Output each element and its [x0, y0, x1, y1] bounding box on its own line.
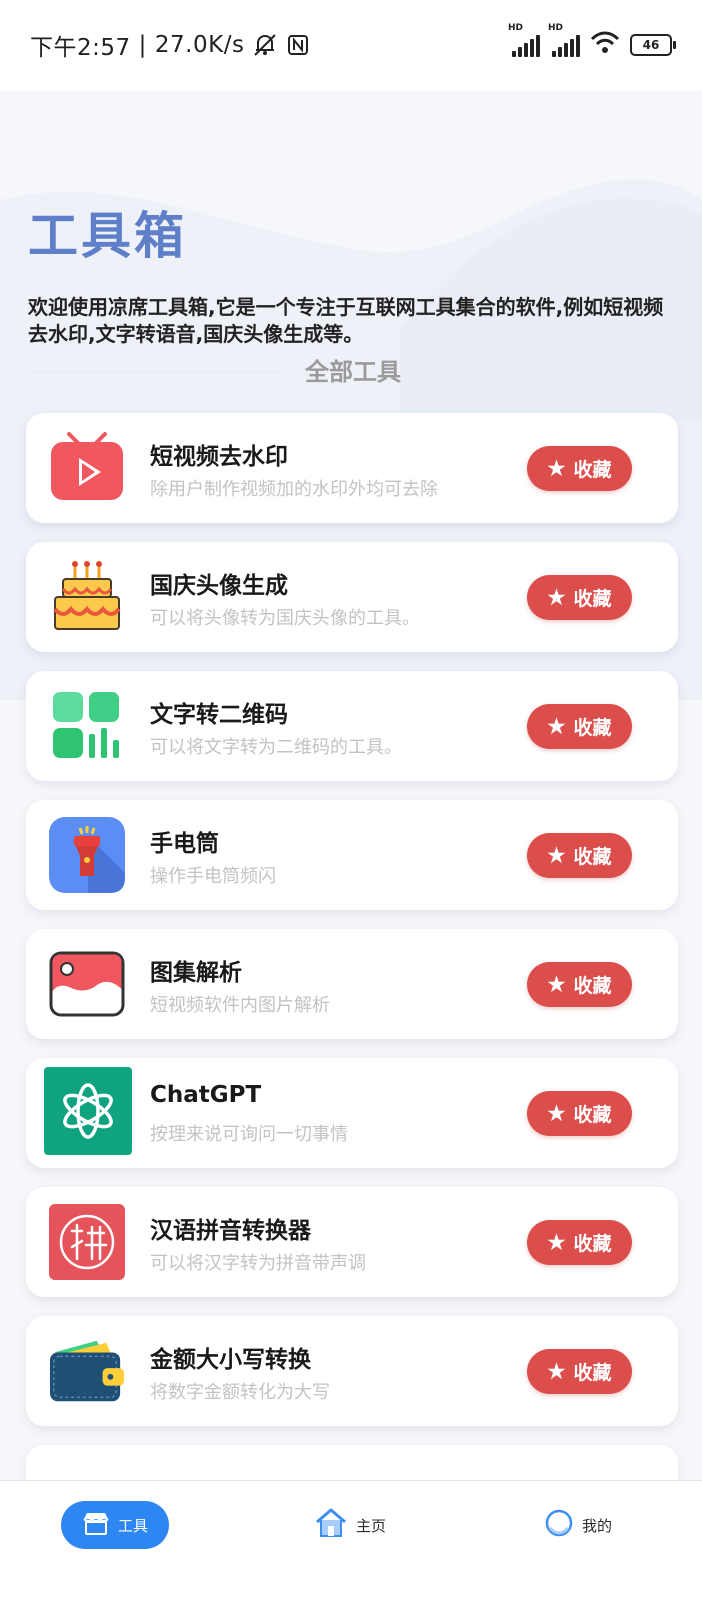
- video-play-icon: [48, 429, 126, 507]
- tool-card-national-avatar[interactable]: 国庆头像生成 可以将头像转为国庆头像的工具。 ★ 收藏: [26, 542, 678, 652]
- tab-home[interactable]: 主页: [305, 1501, 395, 1549]
- star-icon: ★: [547, 457, 566, 480]
- star-icon: ★: [547, 1360, 566, 1383]
- tool-description: 操作手电筒频闪: [150, 866, 276, 887]
- network-speed: 27.0K/s: [154, 32, 245, 58]
- mute-bell-icon: [252, 32, 278, 58]
- wallet-icon: [48, 1332, 126, 1410]
- tool-card-text-qrcode[interactable]: 文字转二维码 可以将文字转为二维码的工具。 ★ 收藏: [26, 671, 678, 781]
- tool-title: 国庆头像生成: [150, 573, 288, 599]
- flashlight-icon: [48, 816, 126, 894]
- favorite-label: 收藏: [573, 1234, 612, 1255]
- section-divider: 全部工具: [28, 354, 678, 390]
- divider-line-right: [428, 372, 678, 373]
- star-icon: ★: [547, 1102, 566, 1125]
- favorite-label: 收藏: [573, 1363, 612, 1384]
- signal-strength-icon-2: HD: [548, 23, 580, 57]
- favorite-label: 收藏: [573, 460, 612, 481]
- signal-strength-icon: HD: [508, 23, 540, 57]
- favorite-label: 收藏: [573, 718, 612, 739]
- tool-card-album-parse[interactable]: 图集解析 短视频软件内图片解析 ★ 收藏: [26, 929, 678, 1039]
- tool-description: 可以将文字转为二维码的工具。: [150, 737, 402, 758]
- star-icon: ★: [547, 1231, 566, 1254]
- tool-description: 按理来说可询问一切事情: [150, 1124, 348, 1145]
- birthday-cake-icon: [48, 558, 126, 636]
- favorite-button[interactable]: ★ 收藏: [527, 833, 632, 878]
- welcome-text: 欢迎使用凉席工具箱,它是一个专注于互联网工具集合的软件,例如短视频去水印,文字转…: [28, 295, 664, 346]
- tool-description: 除用户制作视频加的水印外均可去除: [150, 479, 438, 500]
- tool-title: 短视频去水印: [150, 444, 288, 470]
- tab-mine[interactable]: 我的: [533, 1501, 623, 1549]
- store-icon: [82, 1511, 110, 1539]
- nfc-icon: [286, 33, 310, 57]
- profile-circle-icon: [544, 1508, 574, 1542]
- status-left: 下午2:57 | 27.0K/s: [30, 28, 310, 62]
- tool-card-amount-convert[interactable]: 金额大小写转换 将数字金额转化为大写 ★ 收藏: [26, 1316, 678, 1426]
- status-time: 下午2:57: [30, 35, 131, 61]
- tool-card-watermark[interactable]: 短视频去水印 除用户制作视频加的水印外均可去除 ★ 收藏: [26, 413, 678, 523]
- tab-tools[interactable]: 工具: [61, 1501, 169, 1549]
- favorite-label: 收藏: [573, 589, 612, 610]
- photo-album-icon: [48, 945, 126, 1023]
- tool-title: 图集解析: [150, 960, 242, 986]
- tool-card-pinyin[interactable]: 汉语拼音转换器 可以将汉字转为拼音带声调 ★ 收藏: [26, 1187, 678, 1297]
- tab-home-label: 主页: [355, 1516, 386, 1535]
- tool-title: 汉语拼音转换器: [150, 1218, 311, 1244]
- tab-tools-label: 工具: [117, 1516, 148, 1535]
- tool-description: 短视频软件内图片解析: [150, 995, 330, 1016]
- favorite-label: 收藏: [573, 976, 612, 997]
- star-icon: ★: [547, 586, 566, 609]
- star-icon: ★: [547, 973, 566, 996]
- tool-title: 文字转二维码: [150, 702, 288, 728]
- status-separator: |: [138, 32, 147, 58]
- favorite-button[interactable]: ★ 收藏: [527, 1220, 632, 1265]
- battery-indicator: 46: [630, 34, 676, 56]
- star-icon: ★: [547, 715, 566, 738]
- tool-title: 手电筒: [150, 831, 219, 857]
- tool-card-flashlight[interactable]: 手电筒 操作手电筒频闪 ★ 收藏: [26, 800, 678, 910]
- wifi-icon: [590, 31, 620, 59]
- tool-list: 短视频去水印 除用户制作视频加的水印外均可去除 ★ 收藏 国庆头像生成 可以将头像…: [26, 413, 678, 1574]
- page-title: 工具箱: [28, 207, 187, 265]
- tool-description: 可以将汉字转为拼音带声调: [150, 1253, 366, 1274]
- favorite-label: 收藏: [573, 1105, 612, 1126]
- qr-grid-icon: [48, 687, 126, 765]
- home-icon: [314, 1508, 348, 1542]
- chatgpt-logo-icon: [44, 1067, 132, 1155]
- favorite-button[interactable]: ★ 收藏: [527, 1091, 632, 1136]
- favorite-label: 收藏: [573, 847, 612, 868]
- tool-description: 将数字金额转化为大写: [150, 1382, 330, 1403]
- favorite-button[interactable]: ★ 收藏: [527, 446, 632, 491]
- favorite-button[interactable]: ★ 收藏: [527, 704, 632, 749]
- tab-mine-label: 我的: [581, 1516, 612, 1535]
- tool-card-chatgpt[interactable]: ChatGPT 按理来说可询问一切事情 ★ 收藏: [26, 1058, 678, 1168]
- favorite-button[interactable]: ★ 收藏: [527, 1349, 632, 1394]
- tool-description: 可以将头像转为国庆头像的工具。: [150, 608, 420, 629]
- favorite-button[interactable]: ★ 收藏: [527, 575, 632, 620]
- status-right: HD HD 46: [508, 23, 676, 59]
- bottom-tab-bar: 工具 主页 我的: [0, 1480, 702, 1601]
- page-header: 工具箱 欢迎使用凉席工具箱,它是一个专注于互联网工具集合的软件,例如短视频去水印…: [28, 196, 678, 348]
- star-icon: ★: [547, 844, 566, 867]
- status-bar: 下午2:57 | 27.0K/s HD HD 46: [0, 0, 702, 90]
- favorite-button[interactable]: ★ 收藏: [527, 962, 632, 1007]
- tool-title: 金额大小写转换: [150, 1347, 311, 1373]
- pinyin-icon: [48, 1203, 126, 1281]
- tool-title: ChatGPT: [150, 1082, 262, 1108]
